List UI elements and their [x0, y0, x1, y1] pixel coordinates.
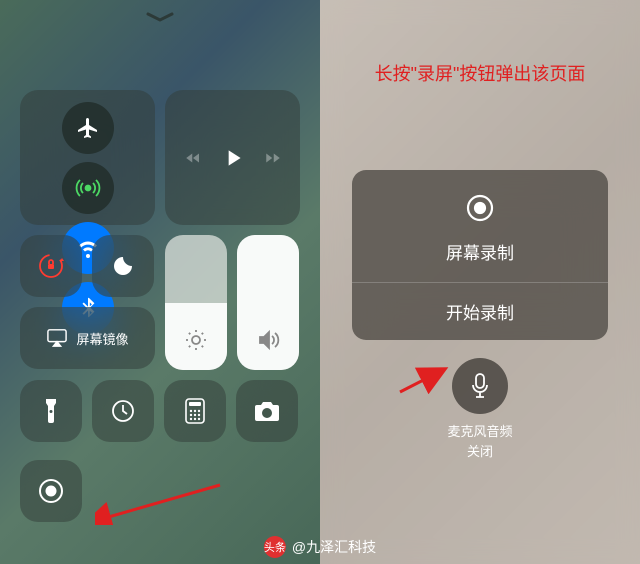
annotation-arrow-icon — [95, 480, 225, 525]
timer-button[interactable] — [92, 380, 154, 442]
airplane-mode-toggle[interactable] — [62, 102, 114, 154]
screen-mirroring-label: 屏幕镜像 — [76, 329, 128, 348]
prev-track-icon[interactable] — [184, 149, 202, 167]
volume-slider[interactable] — [237, 235, 299, 370]
microphone-toggle[interactable] — [452, 358, 508, 414]
annotation-arrow-icon — [395, 362, 450, 397]
screen-mirroring-button[interactable]: 屏幕镜像 — [20, 307, 155, 369]
watermark-icon: 头条 — [264, 536, 286, 558]
rotation-lock-button[interactable] — [20, 235, 82, 297]
flashlight-button[interactable] — [20, 380, 82, 442]
microphone-status-label: 麦克风音频 关闭 — [320, 422, 640, 461]
media-controls[interactable] — [165, 90, 300, 225]
screen-record-modal-panel: 长按"录屏"按钮弹出该页面 屏幕录制 开始录制 麦克风音频 关闭 — [320, 0, 640, 564]
calculator-button[interactable] — [164, 380, 226, 442]
do-not-disturb-button[interactable] — [92, 235, 154, 297]
brightness-slider[interactable] — [165, 235, 227, 370]
control-center-panel: 屏幕镜像 — [0, 0, 320, 564]
record-icon — [37, 477, 65, 505]
camera-button[interactable] — [236, 380, 298, 442]
cellular-toggle[interactable] — [62, 162, 114, 214]
screen-record-button[interactable] — [20, 460, 82, 522]
connectivity-group[interactable] — [20, 90, 155, 225]
start-recording-button[interactable]: 开始录制 — [352, 283, 608, 340]
chevron-down-icon[interactable] — [145, 10, 175, 28]
record-panel-title: 屏幕录制 — [352, 239, 608, 264]
microphone-icon — [469, 372, 491, 400]
record-icon — [464, 192, 496, 224]
speaker-icon — [256, 328, 280, 352]
play-icon[interactable] — [220, 145, 246, 171]
sun-icon — [184, 328, 208, 352]
next-track-icon[interactable] — [264, 149, 282, 167]
instruction-text: 长按"录屏"按钮弹出该页面 — [335, 60, 625, 86]
record-panel: 屏幕录制 开始录制 — [352, 170, 608, 340]
record-panel-header: 屏幕录制 — [352, 170, 608, 283]
watermark: 头条 @九泽汇科技 — [264, 536, 376, 558]
watermark-text: @九泽汇科技 — [292, 537, 376, 557]
airplay-icon — [46, 328, 68, 348]
